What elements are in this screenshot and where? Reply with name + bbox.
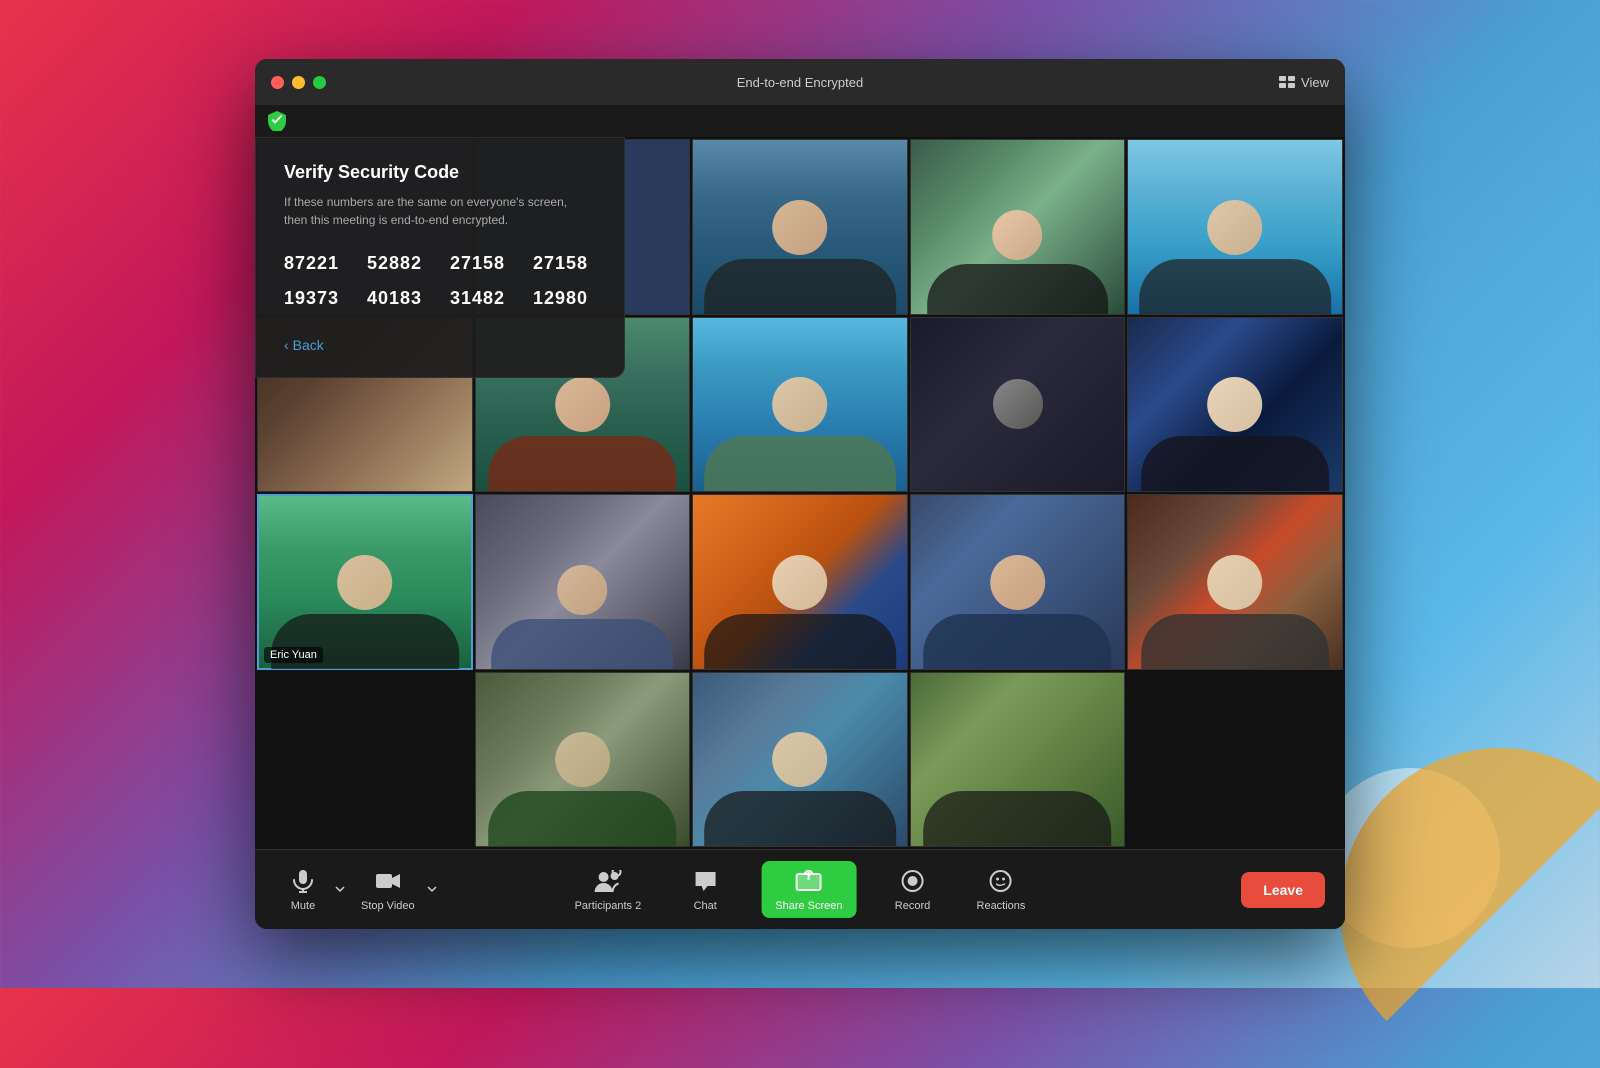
window-controls	[271, 76, 326, 89]
app-window: End-to-end Encrypted View Verify Securit…	[255, 59, 1345, 929]
video-cell[interactable]	[910, 139, 1126, 315]
video-cell[interactable]	[1127, 494, 1343, 670]
video-cell[interactable]	[692, 494, 908, 670]
reactions-icon	[987, 867, 1015, 895]
code-3: 27158	[450, 253, 513, 274]
video-cell[interactable]	[910, 317, 1126, 493]
security-title: Verify Security Code	[284, 162, 596, 183]
chat-button[interactable]: Chat	[677, 861, 733, 918]
back-button[interactable]: ‹ Back	[284, 337, 324, 353]
video-cell[interactable]	[910, 494, 1126, 670]
security-description: If these numbers are the same on everyon…	[284, 193, 584, 229]
shield-icon	[267, 111, 287, 131]
mute-caret-button[interactable]	[331, 882, 349, 897]
reactions-button[interactable]: Reactions	[969, 861, 1034, 918]
video-cell[interactable]	[692, 317, 908, 493]
toolbar-right: Leave	[1241, 872, 1325, 908]
share-screen-button[interactable]: Share Screen	[761, 861, 856, 918]
code-8: 12980	[533, 288, 596, 309]
record-icon	[899, 867, 927, 895]
code-5: 19373	[284, 288, 347, 309]
code-7: 31482	[450, 288, 513, 309]
share-screen-icon	[795, 867, 823, 895]
security-panel: Verify Security Code If these numbers ar…	[255, 137, 625, 378]
video-cell-eric-yuan[interactable]: Eric Yuan	[257, 494, 473, 670]
code-4: 27158	[533, 253, 596, 274]
title-bar: End-to-end Encrypted View	[255, 59, 1345, 105]
minimize-button[interactable]	[292, 76, 305, 89]
code-6: 40183	[367, 288, 430, 309]
security-codes: 87221 52882 27158 27158 19373 40183 3148…	[284, 253, 596, 309]
video-group: Stop Video	[353, 861, 441, 918]
video-cell[interactable]	[692, 139, 908, 315]
video-cell[interactable]	[1127, 317, 1343, 493]
chat-icon	[691, 867, 719, 895]
stop-video-button[interactable]: Stop Video	[353, 861, 423, 918]
maximize-button[interactable]	[313, 76, 326, 89]
participant-name-label: Eric Yuan	[264, 647, 323, 663]
code-1: 87221	[284, 253, 347, 274]
back-chevron-icon: ‹	[284, 337, 289, 353]
video-cell[interactable]	[475, 494, 691, 670]
microphone-icon	[289, 867, 317, 895]
video-cell[interactable]	[1127, 139, 1343, 315]
toolbar-left: Mute Stop Video	[275, 861, 441, 918]
leave-button[interactable]: Leave	[1241, 872, 1325, 908]
close-button[interactable]	[271, 76, 284, 89]
toolbar-center: Participants 2 Chat	[567, 861, 1034, 918]
window-title: End-to-end Encrypted	[737, 75, 863, 90]
participants-icon	[594, 867, 622, 895]
video-cell[interactable]	[475, 672, 691, 848]
mute-button[interactable]: Mute	[275, 861, 331, 918]
video-caret-button[interactable]	[423, 882, 441, 897]
grid-view-icon	[1279, 76, 1295, 88]
view-control[interactable]: View	[1279, 75, 1329, 90]
mute-group: Mute	[275, 861, 349, 918]
record-button[interactable]: Record	[885, 861, 941, 918]
participants-button[interactable]: Participants 2	[567, 861, 650, 918]
main-content: Verify Security Code If these numbers ar…	[255, 137, 1345, 849]
video-cell[interactable]	[910, 672, 1126, 848]
video-cell[interactable]	[692, 672, 908, 848]
camera-icon	[374, 867, 402, 895]
toolbar: Mute Stop Video	[255, 849, 1345, 929]
security-bar	[255, 105, 1345, 137]
code-2: 52882	[367, 253, 430, 274]
